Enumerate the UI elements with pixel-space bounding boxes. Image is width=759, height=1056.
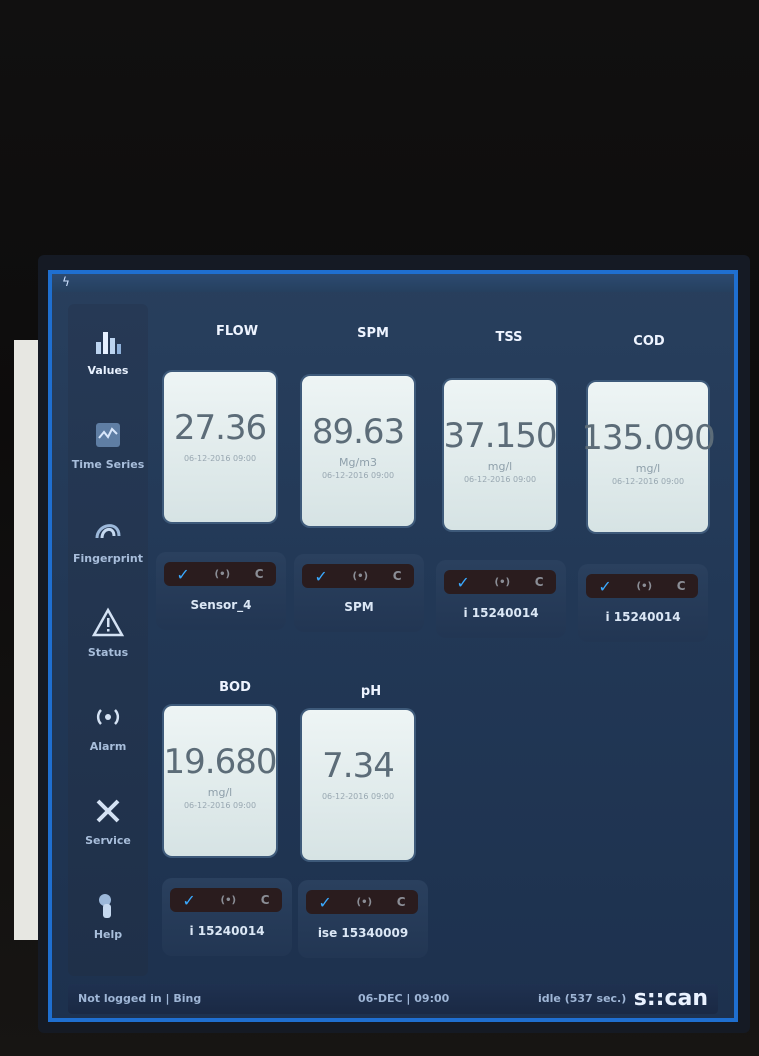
value-card-flow[interactable]: 27.36 06-12-2016 09:00 (164, 372, 276, 522)
calibrate-button[interactable]: C (255, 567, 264, 581)
hold-icon[interactable]: (•) (357, 897, 373, 908)
calibrate-button[interactable]: C (397, 895, 406, 909)
nav-label: Values (87, 363, 129, 377)
control-panel-cod: ✓ (•) C i 15240014 (578, 564, 708, 642)
measurement-value: 7.34 (322, 746, 395, 786)
measurement-value: 89.63 (311, 412, 405, 452)
nav-label: Status (87, 645, 129, 659)
measurement-timestamp: 06-12-2016 09:00 (183, 801, 257, 810)
sidebar: Values Time Series Fingerprint Status Al… (68, 304, 148, 976)
control-panel-bod: ✓ (•) C i 15240014 (162, 878, 292, 956)
hold-icon[interactable]: (•) (637, 581, 653, 592)
idle-status: idle (537 sec.) (538, 992, 627, 1005)
check-icon[interactable]: ✓ (598, 577, 611, 596)
control-panel-spm: ✓ (•) C SPM (294, 554, 424, 632)
check-icon[interactable]: ✓ (182, 891, 195, 910)
nav-label: Fingerprint (72, 551, 144, 565)
measurement-timestamp: 06-12-2016 09:00 (611, 477, 685, 486)
measurement-timestamp: 06-12-2016 09:00 (463, 475, 537, 484)
control-bar: ✓ (•) C (586, 574, 698, 598)
measurement-unit: mg/l (635, 462, 661, 475)
sensor-label: ise 15340009 (317, 926, 409, 940)
measurement-timestamp: 06-12-2016 09:00 (321, 792, 395, 801)
check-icon[interactable]: ✓ (456, 573, 469, 592)
nav-item-fingerprint[interactable]: Fingerprint (68, 492, 148, 584)
tile-title-spm: SPM (357, 326, 389, 341)
nav-label: Service (85, 833, 131, 847)
control-panel-tss: ✓ (•) C i 15240014 (436, 560, 566, 638)
tile-title-bod: BOD (219, 680, 251, 695)
measurement-timestamp: 06-12-2016 09:00 (321, 471, 395, 480)
status-bar: Not logged in | Bing 06-DEC | 09:00 idle… (68, 984, 718, 1014)
alarm-signal-icon (96, 708, 120, 725)
tile-title-cod: COD (633, 334, 665, 349)
control-bar: ✓ (•) C (170, 888, 282, 912)
user-status[interactable]: Not logged in | Bing (78, 992, 201, 1005)
hold-icon[interactable]: (•) (215, 569, 231, 580)
value-card-tss[interactable]: 37.150 mg/l 06-12-2016 09:00 (443, 380, 558, 530)
check-icon[interactable]: ✓ (318, 893, 331, 912)
brand-logo: s::can (633, 986, 708, 1011)
measurement-value: 19.680 (163, 742, 278, 782)
fingerprint-icon (95, 523, 121, 538)
sensor-label: i 15240014 (605, 610, 681, 624)
warning-triangle-icon (91, 606, 125, 636)
top-bar: ϟ (52, 274, 734, 292)
measurement-unit: mg/l (487, 460, 513, 473)
nav-label: Alarm (89, 739, 127, 753)
measurement-value: 135.090 (581, 418, 716, 458)
control-bar: ✓ (•) C (306, 890, 418, 914)
tools-icon (96, 799, 120, 822)
value-card-spm[interactable]: 89.63 Mg/m3 06-12-2016 09:00 (302, 376, 414, 526)
nav-item-status[interactable]: Status (68, 586, 148, 678)
check-icon[interactable]: ✓ (314, 567, 327, 586)
hold-icon[interactable]: (•) (353, 571, 369, 582)
value-card-bod[interactable]: 19.680 mg/l 06-12-2016 09:00 (163, 706, 278, 856)
control-bar: ✓ (•) C (444, 570, 556, 594)
nav-item-service[interactable]: Service (68, 774, 148, 866)
lightning-icon: ϟ (62, 275, 70, 289)
value-card-cod[interactable]: 135.090 mg/l 06-12-2016 09:00 (581, 382, 716, 532)
value-card-ph[interactable]: 7.34 06-12-2016 09:00 (302, 710, 414, 860)
measurement-value: 27.36 (173, 408, 267, 448)
hold-icon[interactable]: (•) (221, 895, 237, 906)
control-bar: ✓ (•) C (164, 562, 276, 586)
nav-label: Time Series (71, 457, 145, 471)
control-panel-ph: ✓ (•) C ise 15340009 (298, 880, 428, 958)
nav-item-values[interactable]: Values (68, 304, 148, 396)
calibrate-button[interactable]: C (677, 579, 686, 593)
device-screen: ϟ Values Time Series Fingerprint Status … (48, 270, 738, 1022)
check-icon[interactable]: ✓ (176, 565, 189, 584)
tile-title-flow: FLOW (215, 324, 259, 339)
control-panel-flow: ✓ (•) C Sensor_4 (156, 552, 286, 630)
date-time: 06-DEC | 09:00 (358, 992, 450, 1005)
nav-item-time-series[interactable]: Time Series (68, 398, 148, 490)
nav-label: Help (93, 927, 123, 941)
measurement-timestamp: 06-12-2016 09:00 (183, 454, 257, 463)
help-icon (99, 893, 111, 918)
calibrate-button[interactable]: C (535, 575, 544, 589)
sensor-label: SPM (344, 600, 374, 614)
control-bar: ✓ (•) C (302, 564, 414, 588)
hold-icon[interactable]: (•) (495, 577, 511, 588)
nav-item-alarm[interactable]: Alarm (68, 680, 148, 772)
nav-item-help[interactable]: Help (68, 868, 148, 960)
calibrate-button[interactable]: C (261, 893, 270, 907)
tile-title-ph: pH (360, 684, 382, 699)
bar-chart-icon (96, 331, 121, 354)
sensor-label: i 15240014 (189, 924, 265, 938)
measurement-value: 37.150 (443, 416, 558, 456)
time-series-icon (96, 422, 120, 447)
calibrate-button[interactable]: C (393, 569, 402, 583)
measurement-unit: mg/l (207, 786, 233, 799)
tile-title-tss: TSS (495, 330, 523, 345)
measurement-unit: Mg/m3 (339, 456, 377, 469)
sensor-label: Sensor_4 (190, 598, 252, 612)
sensor-label: i 15240014 (463, 606, 539, 620)
